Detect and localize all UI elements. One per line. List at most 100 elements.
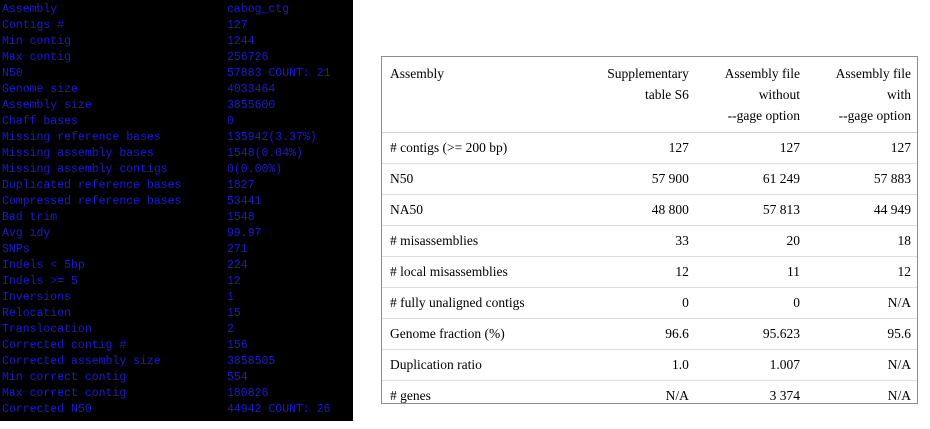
terminal-row: Contigs # 127 — [2, 18, 352, 34]
column-header: Assembly — [382, 57, 576, 133]
metric-value-cell: 95.6 — [805, 318, 917, 350]
metric-value-cell: 57 883 — [805, 163, 917, 195]
terminal-key: Assembly — [2, 3, 58, 16]
metric-value-cell: 1.0 — [576, 349, 695, 381]
terminal-row: Max correct contig 180826 — [2, 386, 352, 402]
terminal-key: Missing reference bases — [2, 131, 161, 144]
terminal-value: cabog_ctg — [227, 3, 290, 16]
terminal-key: Missing assembly contigs — [2, 163, 168, 176]
terminal-row: Missing assembly contigs 0(0.00%) — [2, 162, 352, 178]
metric-value-cell: 96.6 — [576, 318, 695, 350]
terminal-value: 224 — [227, 259, 248, 272]
column-header-line: Assembly file — [835, 66, 911, 81]
terminal-key: Duplicated reference bases — [2, 179, 182, 192]
terminal-value: 554 — [227, 371, 248, 384]
terminal-key: Min correct contig — [2, 371, 127, 384]
metric-value-cell: N/A — [665, 388, 689, 403]
metric-value-cell: 12 — [805, 256, 917, 288]
terminal-key: Genome size — [2, 83, 78, 96]
terminal-row: Min correct contig 554 — [2, 370, 352, 386]
terminal-value: 4033464 — [227, 83, 276, 96]
terminal-key: Compressed reference bases — [2, 195, 182, 208]
terminal-value: 1548(0.04%) — [227, 147, 303, 160]
metric-label-cell: # misassemblies — [382, 225, 576, 257]
terminal-row: Max contig 256726 — [2, 50, 352, 66]
terminal-row: Assembly size 3855600 — [2, 98, 352, 114]
terminal-key: Max correct contig — [2, 387, 127, 400]
terminal-row: Missing assembly bases 1548(0.04%) — [2, 146, 352, 162]
metric-label-cell: # genes — [390, 388, 431, 403]
column-header-line: without — [758, 87, 800, 102]
metric-value-cell: 12 — [576, 256, 695, 288]
column-header: Supplementary table S6 — [576, 57, 695, 133]
table-row: # local misassemblies 12 11 12 — [382, 256, 917, 288]
terminal-value: 57883 COUNT: 21 — [227, 67, 331, 80]
metric-value-cell: 20 — [694, 225, 806, 257]
terminal-key: Corrected N50 — [2, 403, 92, 416]
table-row: # fully unaligned contigs 0 0 N/A — [382, 287, 917, 319]
table-body: # contigs (>= 200 bp) 127 127 127 N50 57 900 6… — [382, 132, 917, 403]
metric-label-cell: # fully unaligned contigs — [382, 287, 576, 319]
terminal-key: SNPs — [2, 243, 30, 256]
metric-label-cell: Genome fraction (%) — [382, 318, 576, 350]
terminal-value: 1 — [227, 291, 234, 304]
metric-value-cell: 48 800 — [576, 194, 695, 226]
terminal-value: 44942 COUNT: 26 — [227, 403, 331, 416]
metric-value-cell: 44 949 — [805, 194, 917, 226]
metric-value-cell: 18 — [805, 225, 917, 257]
terminal-row: Indels < 5bp 224 — [2, 258, 352, 274]
table-row: # genes N/A 3 374 N/A — [382, 381, 917, 403]
terminal-value: 1827 — [227, 179, 255, 192]
metric-value-cell: 57 900 — [576, 163, 695, 195]
terminal-value: 256726 — [227, 51, 269, 64]
column-header-line: Assembly — [390, 66, 444, 81]
metric-value-cell: 33 — [576, 225, 695, 257]
metric-value-cell: 127 — [576, 132, 695, 164]
table-row: Duplication ratio 1.0 1.007 N/A — [382, 349, 917, 381]
terminal-value: 135942(3.37%) — [227, 131, 317, 144]
table-row: # contigs (>= 200 bp) 127 127 127 — [382, 132, 917, 164]
metric-label-cell: # local misassemblies — [382, 256, 576, 288]
terminal-key: Indels < 5bp — [2, 259, 85, 272]
terminal-value: 0(0.00%) — [227, 163, 283, 176]
terminal-key: N50 — [2, 67, 23, 80]
terminal-row: Missing reference bases 135942(3.37%) — [2, 130, 352, 146]
metric-label-cell: Duplication ratio — [382, 349, 576, 381]
terminal-key: Corrected contig # — [2, 339, 127, 352]
table-row: NA50 48 800 57 813 44 949 — [382, 194, 917, 226]
terminal-value: 53441 — [227, 195, 262, 208]
column-header: Assembly file with --gage option — [805, 57, 917, 133]
terminal-row: Genome size 4033464 — [2, 82, 352, 98]
terminal-key: Corrected assembly size — [2, 355, 161, 368]
comparison-table-panel: Assembly Supplementary table S6 Assembly fi… — [381, 56, 918, 404]
terminal-key: Relocation — [2, 307, 72, 320]
terminal-row: Corrected contig # 156 — [2, 338, 352, 354]
terminal-value: 271 — [227, 243, 248, 256]
metric-label-cell: NA50 — [382, 194, 576, 226]
column-header-line: --gage option — [838, 108, 911, 123]
column-header-line: --gage option — [727, 108, 800, 123]
metric-value-cell: 1.007 — [694, 349, 806, 381]
metric-value-cell: 61 249 — [694, 163, 806, 195]
terminal-value: 0 — [227, 115, 234, 128]
column-header-line: Supplementary — [607, 66, 689, 81]
terminal-value: 156 — [227, 339, 248, 352]
terminal-key: Translocation — [2, 323, 92, 336]
column-header-line: Assembly file — [724, 66, 800, 81]
terminal-key: Chaff bases — [2, 115, 78, 128]
table-header-row: Assembly Supplementary table S6 Assembly fi… — [382, 57, 917, 133]
table-row: # misassemblies 33 20 18 — [382, 225, 917, 257]
page: Assembly cabog_ctg Contigs # 127 Min contig 1… — [0, 0, 930, 429]
metric-value-cell: 11 — [694, 256, 806, 288]
metric-value-cell: N/A — [887, 388, 911, 403]
terminal-row: Corrected N50 44942 COUNT: 26 — [2, 402, 352, 418]
terminal-key: Avg idy — [2, 227, 51, 240]
terminal-value: 12 — [227, 275, 241, 288]
metric-value-cell: 95.623 — [694, 318, 806, 350]
metric-label-cell: N50 — [382, 163, 576, 195]
terminal-value: 2 — [227, 323, 234, 336]
terminal-value: 99.97 — [227, 227, 262, 240]
terminal-key: Indels >= 5 — [2, 275, 78, 288]
terminal-key: Inversions — [2, 291, 72, 304]
terminal-value: 15 — [227, 307, 241, 320]
